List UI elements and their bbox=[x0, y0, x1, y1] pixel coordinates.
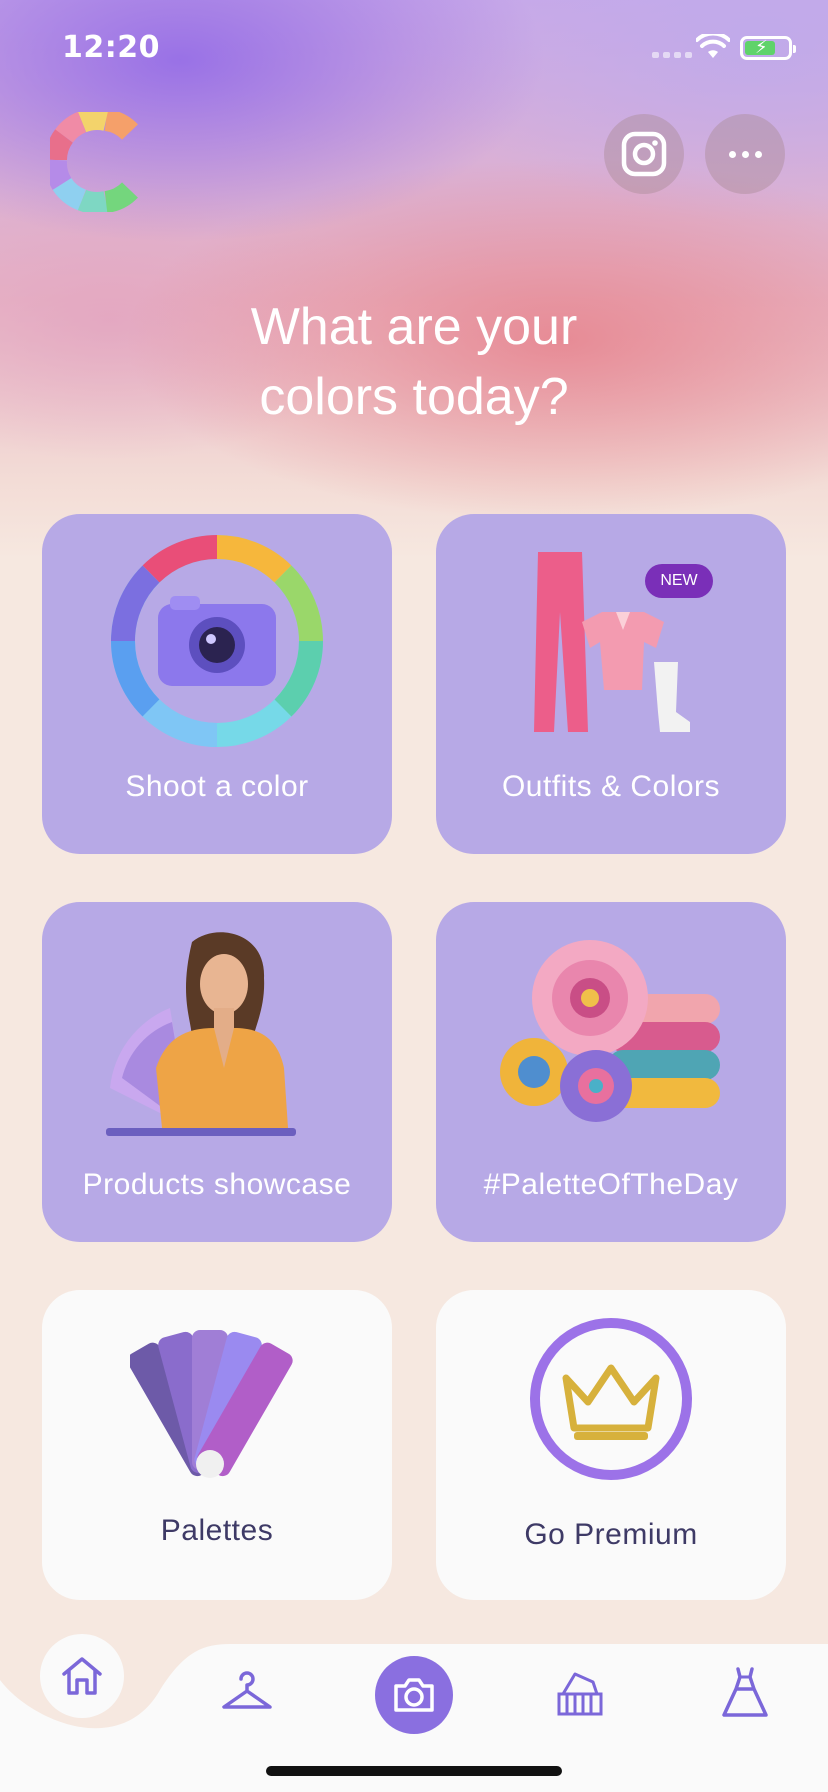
dress-icon bbox=[722, 1667, 768, 1717]
palettes-card[interactable]: Palettes bbox=[42, 1290, 392, 1600]
tab-palettes[interactable] bbox=[545, 1658, 615, 1728]
home-icon bbox=[62, 1657, 102, 1695]
outfits-and-colors-card[interactable]: Outfits & Colors bbox=[436, 514, 786, 854]
card-label: Palettes bbox=[160, 1514, 274, 1547]
more-options-button[interactable] bbox=[705, 114, 785, 194]
title-line-1: What are your bbox=[250, 298, 578, 356]
card-label: Shoot a color bbox=[125, 770, 309, 803]
shoot-a-color-card[interactable]: Shoot a color bbox=[42, 514, 392, 854]
tab-dress[interactable] bbox=[710, 1658, 780, 1728]
battery-icon: ⚡ bbox=[740, 36, 796, 60]
instagram-button[interactable] bbox=[604, 114, 684, 194]
products-showcase-card[interactable]: Products showcase bbox=[42, 902, 392, 1242]
title-line-2: colors today? bbox=[259, 368, 569, 426]
palette-of-the-day-card[interactable]: #PaletteOfTheDay bbox=[436, 902, 786, 1242]
tab-camera[interactable] bbox=[375, 1656, 453, 1734]
model-photo-icon bbox=[106, 932, 296, 1136]
paper-flowers-icon bbox=[500, 940, 720, 1122]
palette-fan-icon bbox=[130, 1330, 293, 1478]
instagram-icon bbox=[621, 131, 667, 177]
card-label: Go Premium bbox=[524, 1518, 698, 1551]
new-badge: NEW bbox=[645, 564, 713, 598]
wifi-icon bbox=[696, 34, 730, 58]
cellular-signal-icon bbox=[652, 52, 692, 58]
status-time: 12:20 bbox=[62, 30, 160, 65]
hanger-icon bbox=[222, 1671, 272, 1709]
go-premium-card[interactable]: Go Premium bbox=[436, 1290, 786, 1600]
camera-icon bbox=[394, 1678, 434, 1712]
palette-fan-icon bbox=[557, 1672, 603, 1716]
app-logo-icon bbox=[50, 112, 138, 212]
page-title: What are your colors today? bbox=[0, 292, 828, 432]
more-icon bbox=[728, 150, 762, 158]
card-label: #PaletteOfTheDay bbox=[483, 1168, 739, 1201]
card-label: Products showcase bbox=[82, 1168, 352, 1201]
color-wheel-camera-icon bbox=[110, 534, 324, 748]
home-indicator bbox=[266, 1766, 562, 1776]
tab-outfits[interactable] bbox=[212, 1658, 282, 1728]
status-bar: 12:20 ⚡ bbox=[0, 0, 828, 100]
tab-home[interactable] bbox=[40, 1634, 124, 1718]
card-label: Outfits & Colors bbox=[501, 770, 721, 803]
crown-icon bbox=[530, 1318, 692, 1480]
